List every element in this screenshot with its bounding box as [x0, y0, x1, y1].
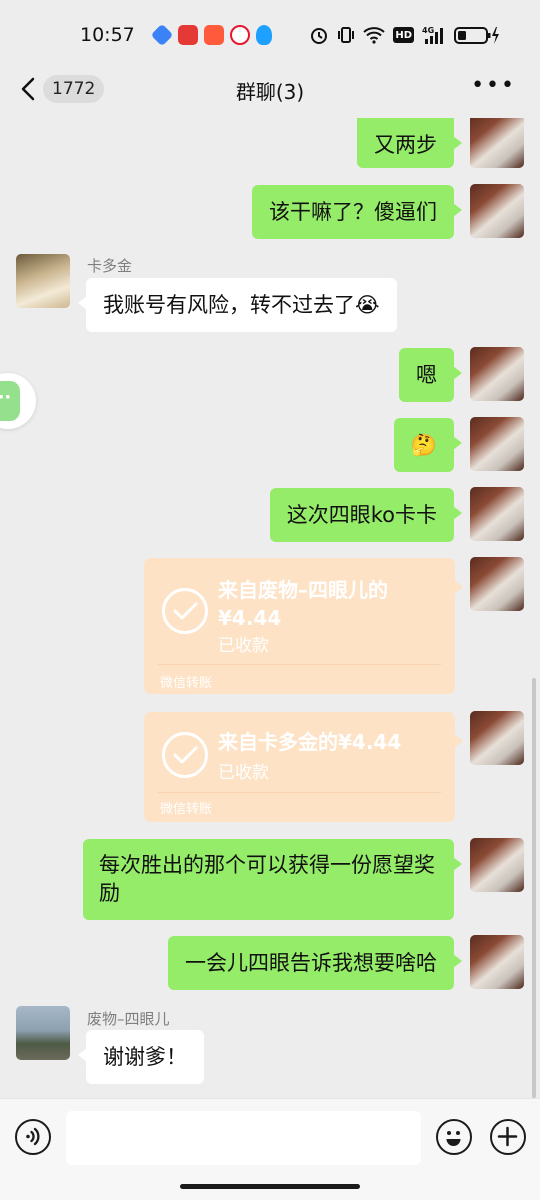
weibo-icon	[230, 25, 250, 45]
more-options-icon[interactable]: •••	[471, 75, 516, 97]
self-avatar[interactable]	[470, 711, 524, 765]
qq-icon	[256, 25, 272, 45]
outgoing-message[interactable]: 每次胜出的那个可以获得一份愿望奖励	[83, 839, 462, 920]
transfer-status: 已收款	[218, 763, 269, 783]
message-text: 这次四眼ko卡卡	[286, 503, 437, 527]
incoming-message[interactable]: 我账号有风险，转不过去了😭	[78, 278, 397, 332]
message-text: 我账号有风险，转不过去了😭	[103, 293, 380, 317]
check-circle-icon	[162, 588, 208, 634]
divider	[158, 664, 441, 665]
message-text: 又两步	[374, 133, 437, 157]
alarm-icon	[309, 25, 329, 45]
self-avatar[interactable]	[470, 935, 524, 989]
wifi-icon	[363, 26, 385, 44]
transfer-card[interactable]: 来自废物–四眼儿的 ¥4.44 已收款 微信转账	[144, 558, 463, 694]
chat-title: 群聊(3)	[235, 80, 305, 104]
member-avatar[interactable]	[16, 1006, 70, 1060]
message-text: 每次胜出的那个可以获得一份愿望奖励	[99, 853, 435, 905]
scrollbar[interactable]	[532, 678, 536, 1098]
notification-icons	[150, 23, 272, 47]
transfer-footer: 微信转账	[160, 802, 213, 817]
self-avatar[interactable]	[470, 347, 524, 401]
transfer-title: 来自废物–四眼儿的	[218, 578, 388, 602]
message-text: 🤔	[410, 433, 437, 457]
svg-text:4G: 4G	[422, 26, 434, 35]
app-notification-icon	[150, 23, 174, 47]
sender-name: 废物–四眼儿	[87, 1010, 170, 1028]
message-text: 一会儿四眼告诉我想要啥哈	[185, 951, 437, 975]
message-text: 该干嘛了？傻逼们	[269, 200, 437, 224]
outgoing-message[interactable]: 一会儿四眼告诉我想要啥哈	[168, 936, 462, 990]
app-notification-icon	[178, 25, 198, 45]
divider	[158, 792, 441, 793]
home-indicator[interactable]	[180, 1184, 360, 1189]
message-text: 谢谢爹！	[103, 1045, 187, 1069]
video-app-icon	[204, 25, 224, 45]
vibrate-icon	[337, 25, 355, 45]
outgoing-message[interactable]: 嗯	[399, 348, 462, 402]
message-text: 嗯	[416, 363, 437, 387]
message-list[interactable]: 又两步 该干嘛了？傻逼们 卡多金 我账号有风险，转不过去了😭 ··· 嗯 🤔 这…	[0, 118, 540, 1098]
self-avatar[interactable]	[470, 118, 524, 168]
floating-window-button[interactable]: ···	[0, 373, 36, 429]
add-icon[interactable]	[490, 1119, 526, 1155]
voice-icon[interactable]	[15, 1119, 51, 1155]
self-avatar[interactable]	[470, 184, 524, 238]
emoji-icon[interactable]	[436, 1119, 472, 1155]
chat-header: 1772 群聊(3) •••	[0, 62, 540, 116]
floating-window-icon: ···	[0, 381, 20, 421]
message-input[interactable]	[66, 1111, 421, 1165]
transfer-footer: 微信转账	[160, 676, 213, 691]
self-avatar[interactable]	[470, 838, 524, 892]
battery-icon	[454, 25, 500, 45]
transfer-card[interactable]: 来自卡多金的¥4.44 已收款 微信转账	[144, 712, 463, 822]
status-time: 10:57	[80, 24, 135, 46]
outgoing-message[interactable]: 又两步	[357, 118, 462, 168]
transfer-status: 已收款	[218, 636, 269, 656]
status-bar: 10:57 HD 4G	[0, 0, 540, 70]
self-avatar[interactable]	[470, 557, 524, 611]
self-avatar[interactable]	[470, 487, 524, 541]
status-right-icons: HD 4G	[309, 25, 500, 45]
signal-icon: 4G	[422, 25, 446, 45]
member-avatar[interactable]	[16, 254, 70, 308]
outgoing-message[interactable]: 🤔	[393, 418, 463, 472]
transfer-title: 来自卡多金的¥4.44	[218, 730, 402, 754]
hd-icon: HD	[393, 27, 414, 43]
transfer-amount: ¥4.44	[218, 606, 282, 630]
check-circle-icon	[162, 732, 208, 778]
self-avatar[interactable]	[470, 417, 524, 471]
incoming-message[interactable]: 谢谢爹！	[78, 1030, 204, 1084]
outgoing-message[interactable]: 该干嘛了？傻逼们	[252, 185, 462, 239]
sender-name: 卡多金	[87, 257, 133, 275]
outgoing-message[interactable]: 这次四眼ko卡卡	[269, 488, 463, 542]
